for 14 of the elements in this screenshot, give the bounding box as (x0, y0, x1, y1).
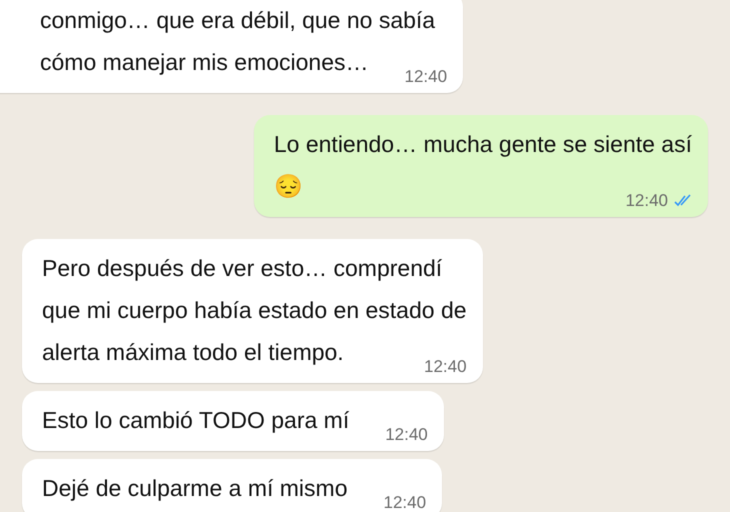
message-time: 12:40 (625, 190, 668, 212)
message-line: Esto lo cambió TODO para mí (42, 406, 350, 435)
message-line: Lo entiendo… mucha gente se siente así (274, 130, 692, 159)
message-line: alerta máxima todo el tiempo. (42, 338, 344, 367)
message-line: Pero después de ver esto… comprendí (42, 254, 442, 283)
message-line: conmigo… que era débil, que no sabía (40, 6, 436, 35)
message-time: 12:40 (424, 356, 467, 378)
message-line: cómo manejar mis emociones… (40, 48, 369, 77)
message-time: 12:40 (404, 66, 448, 88)
message-time: 12:40 (384, 492, 426, 512)
message-line: 😔 (274, 172, 303, 201)
message-line: Dejé de culparme a mí mismo (42, 474, 348, 503)
message-line: que mi cuerpo había estado en estado de (42, 296, 467, 325)
message-time: 12:40 (385, 424, 428, 446)
